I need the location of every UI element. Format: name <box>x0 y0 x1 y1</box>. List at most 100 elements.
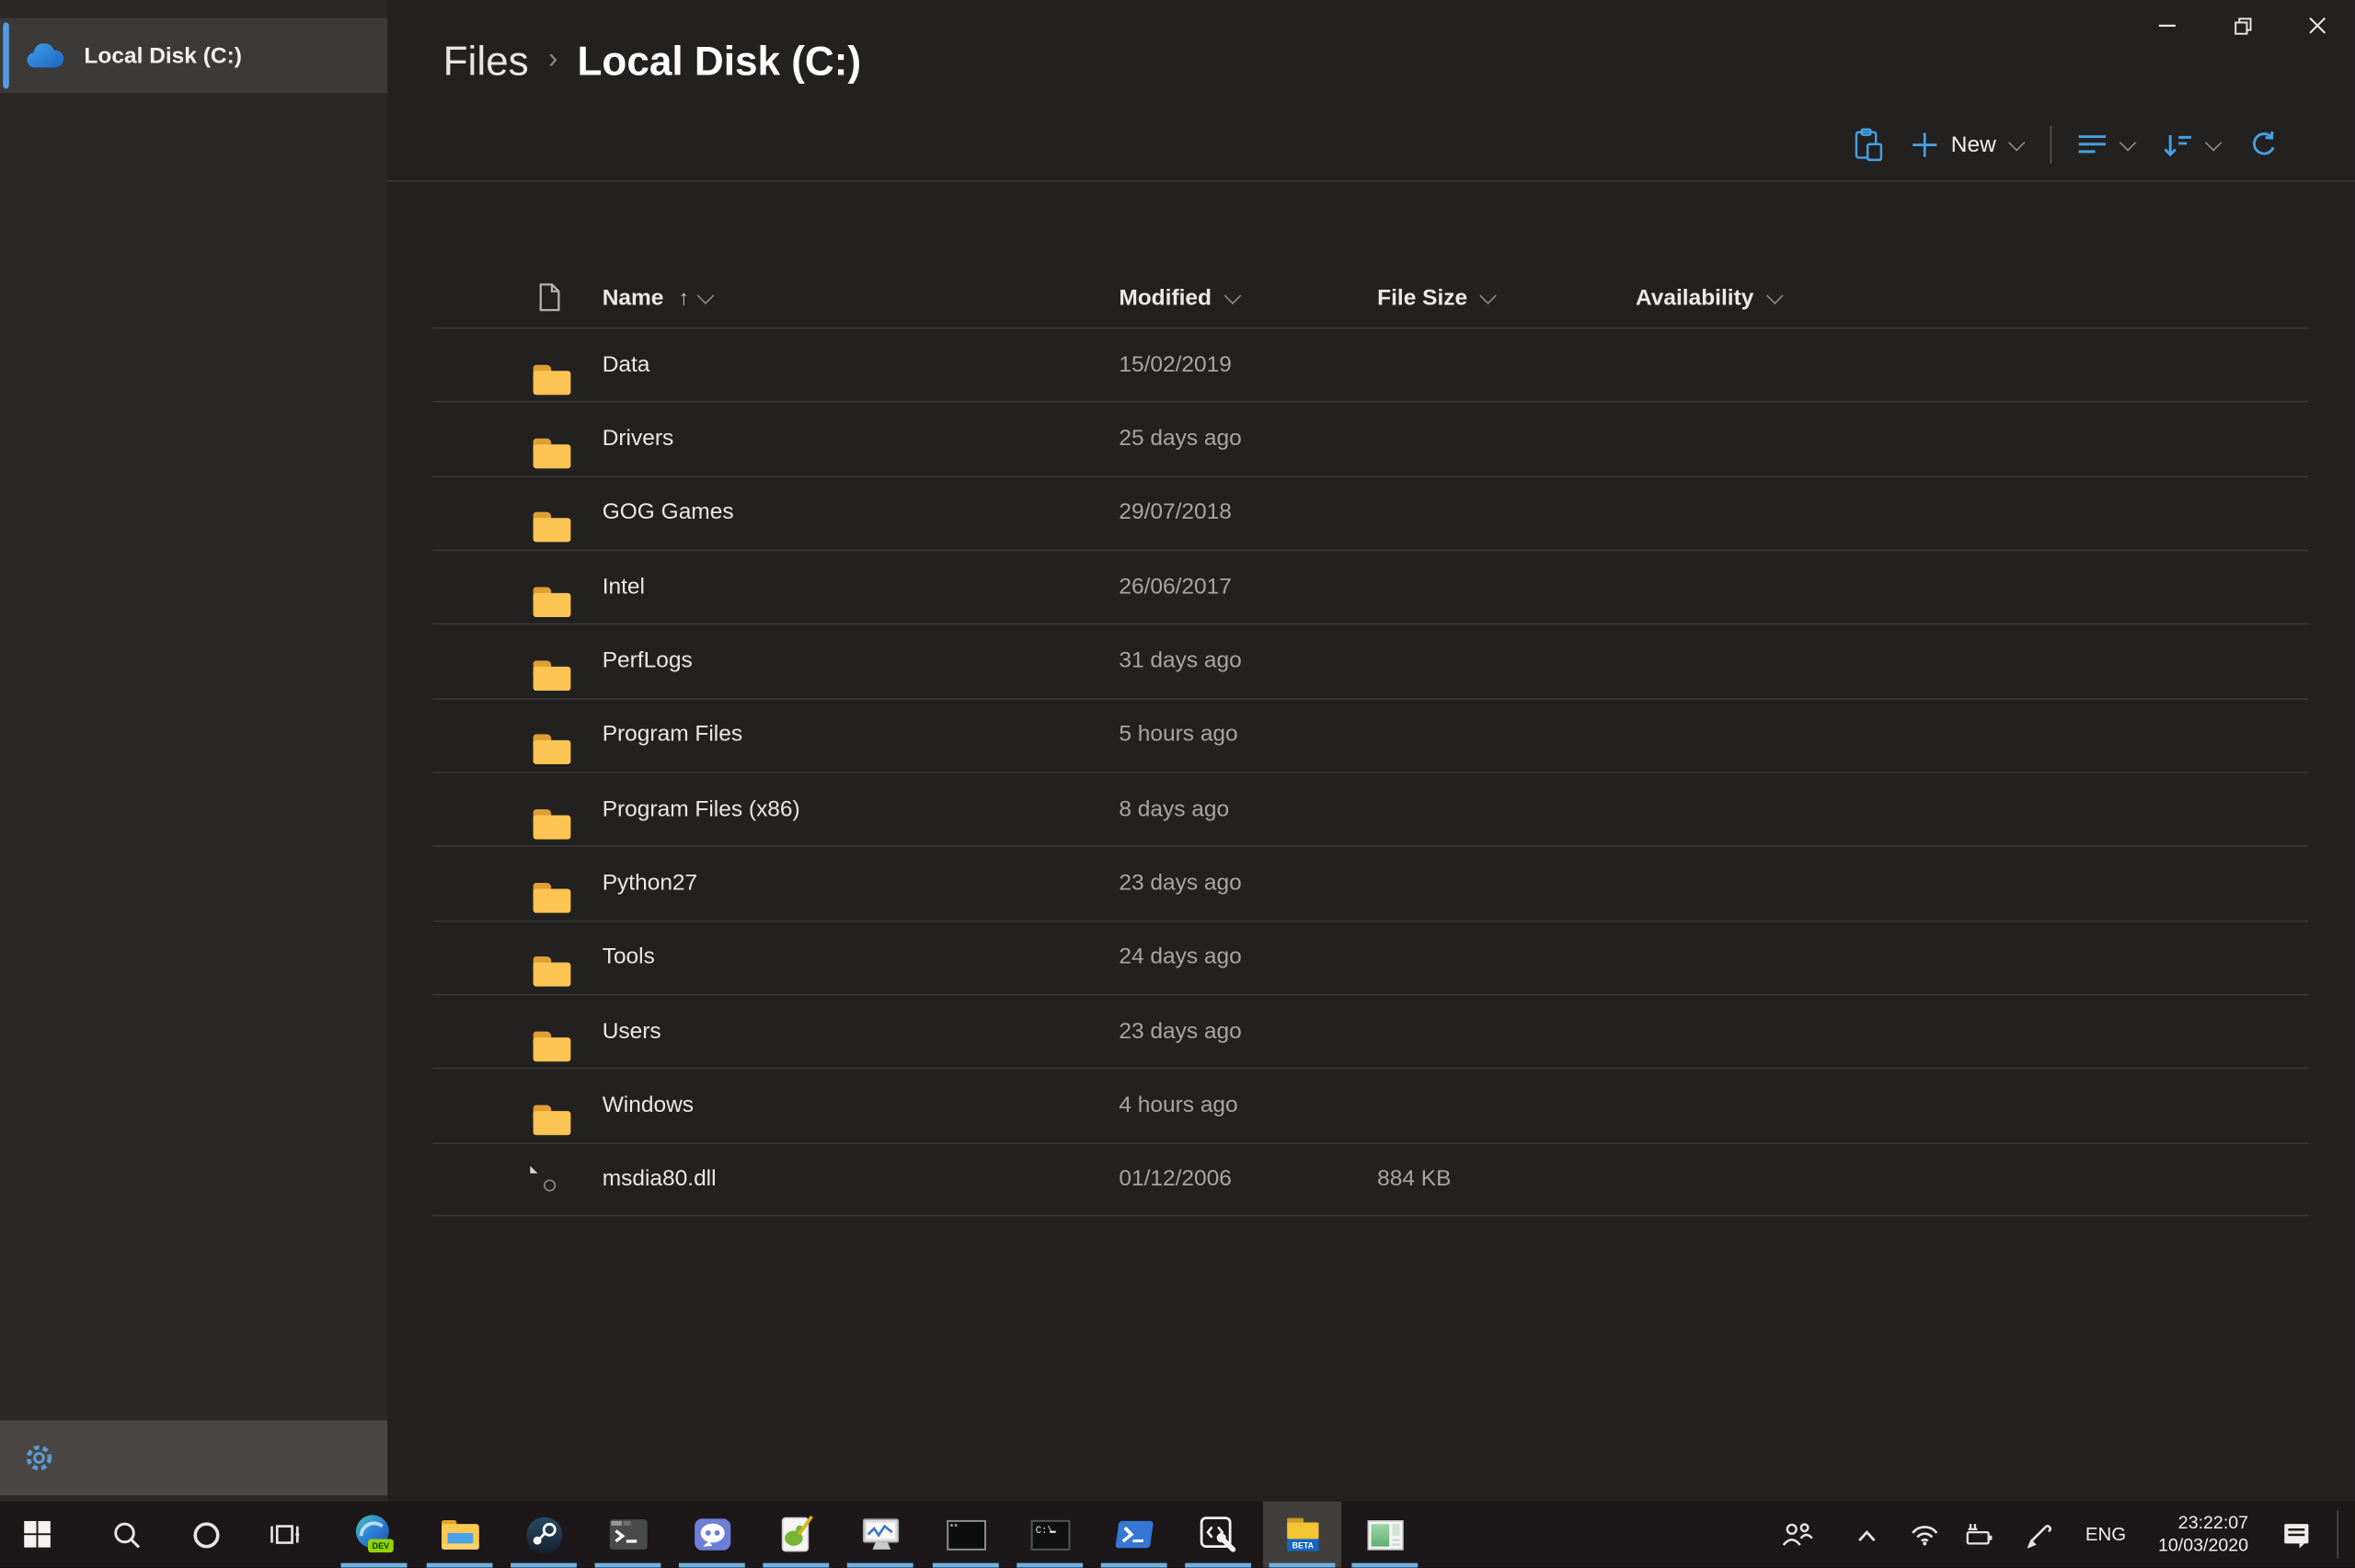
column-header-availability[interactable]: Availability <box>1636 268 1782 327</box>
table-row[interactable]: Intel 26/06/2017 <box>387 549 2355 624</box>
dev-tools-icon <box>1200 1516 1236 1552</box>
restore-icon <box>2234 17 2251 34</box>
new-button-label: New <box>1950 131 1996 157</box>
powershell-button[interactable] <box>1095 1502 1173 1568</box>
dev-tools-button[interactable] <box>1179 1502 1258 1568</box>
console-button[interactable] <box>926 1502 1005 1568</box>
column-header-name[interactable]: Name ↑ <box>603 268 714 327</box>
settings-button[interactable] <box>0 1420 388 1496</box>
toolbar: New <box>1854 117 2280 171</box>
time-label: 23:22:07 <box>2177 1512 2249 1533</box>
file-list: Name ↑ Modified File Size Availability D… <box>387 268 2355 1217</box>
file-explorer-button[interactable] <box>420 1502 499 1568</box>
chevron-down-icon <box>1767 290 1782 304</box>
terminal-icon <box>609 1519 647 1550</box>
edge-dev-button[interactable]: DEV <box>335 1502 413 1568</box>
gear-icon <box>26 1445 52 1471</box>
resource-monitor-icon <box>862 1518 899 1550</box>
task-view-icon <box>270 1525 300 1544</box>
table-row[interactable]: GOG Games 29/07/2018 <box>387 475 2355 550</box>
steam-icon <box>525 1516 562 1553</box>
chevron-down-icon <box>2120 137 2135 152</box>
svg-text:BETA: BETA <box>1292 1541 1315 1551</box>
date-label: 10/03/2020 <box>2158 1534 2249 1556</box>
edge-dev-icon: DEV <box>355 1515 394 1553</box>
battery-charging-icon <box>1966 1523 1993 1544</box>
notepad-plus-plus-button[interactable] <box>757 1502 835 1568</box>
view-options-icon <box>2078 135 2106 154</box>
system-window-button[interactable] <box>1346 1502 1424 1568</box>
people-button[interactable] <box>1757 1502 1835 1568</box>
chevron-down-icon <box>698 290 713 304</box>
clock[interactable]: 23:22:07 10/03/2020 <box>2122 1502 2248 1568</box>
action-center-button[interactable] <box>2257 1502 2336 1568</box>
breadcrumb-separator-icon: › <box>547 42 558 74</box>
restore-button[interactable] <box>2205 0 2280 52</box>
main-pane: Files › Local Disk (C:) New Name ↑ Modif… <box>387 0 2355 1502</box>
sidebar-item-label: Local Disk (C:) <box>84 42 242 69</box>
task-view-button[interactable] <box>247 1502 325 1568</box>
pen-button[interactable] <box>1999 1502 2077 1568</box>
wifi-icon <box>1911 1525 1937 1545</box>
onedrive-cloud-icon <box>27 42 64 67</box>
table-row[interactable]: Tools 24 days ago <box>387 920 2355 994</box>
search-button[interactable] <box>87 1502 166 1568</box>
minimize-button[interactable] <box>2130 0 2205 52</box>
refresh-button[interactable] <box>2248 117 2280 171</box>
sidebar-item-local-disk-c[interactable]: Local Disk (C:) <box>0 17 388 94</box>
system-window-icon <box>1366 1519 1403 1550</box>
sort-ascending-icon: ↑ <box>678 285 690 310</box>
table-row[interactable]: Program Files 5 hours ago <box>387 697 2355 773</box>
sort-options-button[interactable] <box>2163 117 2222 171</box>
table-row[interactable]: Program Files (x86) 8 days ago <box>387 772 2355 846</box>
table-row[interactable]: Windows 4 hours ago <box>387 1068 2355 1142</box>
discord-icon <box>694 1517 730 1550</box>
people-icon <box>1781 1523 1812 1546</box>
chevron-down-icon <box>1481 290 1496 304</box>
table-row[interactable]: Data 15/02/2019 <box>387 326 2355 402</box>
app-window: Local Disk (C:) Files › Local Disk (C:) … <box>0 0 2355 1502</box>
search-icon <box>113 1521 140 1548</box>
paste-icon <box>1855 127 1883 161</box>
table-row[interactable]: msdia80.dll 01/12/2006 884 KB <box>387 1141 2355 1217</box>
breadcrumb-current[interactable]: Local Disk (C:) <box>577 39 861 86</box>
column-header-file-size[interactable]: File Size <box>1377 268 1496 327</box>
close-button[interactable] <box>2280 0 2355 52</box>
steam-button[interactable] <box>505 1502 583 1568</box>
console-window-icon <box>946 1519 986 1551</box>
files-app: Local Disk (C:) Files › Local Disk (C:) … <box>0 0 2355 1568</box>
toolbar-divider <box>2050 125 2052 164</box>
table-row[interactable]: Python27 23 days ago <box>387 845 2355 921</box>
breadcrumb-root[interactable]: Files <box>443 39 529 86</box>
window-controls <box>2130 0 2355 52</box>
resource-monitor-button[interactable] <box>841 1502 919 1568</box>
notepad-plus-plus-icon <box>780 1515 813 1552</box>
table-row[interactable]: PerfLogs 31 days ago <box>387 624 2355 698</box>
files-beta-icon: BETA <box>1287 1517 1319 1551</box>
command-prompt-button[interactable]: C:\ <box>1011 1502 1089 1568</box>
breadcrumb: Files › Local Disk (C:) <box>443 39 861 86</box>
file-explorer-icon <box>441 1519 478 1550</box>
start-button[interactable] <box>0 1502 76 1568</box>
discord-button[interactable] <box>672 1502 751 1568</box>
new-button[interactable]: New <box>1912 117 2024 171</box>
files-beta-button[interactable]: BETA <box>1263 1501 1341 1568</box>
column-header-modified[interactable]: Modified <box>1119 268 1240 327</box>
minimize-icon <box>2158 24 2176 28</box>
sort-options-icon <box>2164 134 2192 156</box>
cortana-button[interactable] <box>167 1502 245 1568</box>
view-options-button[interactable] <box>2077 117 2136 171</box>
paste-button[interactable] <box>1854 117 1885 171</box>
terminal-button[interactable] <box>589 1502 667 1568</box>
show-desktop-button[interactable] <box>2337 1510 2339 1559</box>
file-type-column-icon[interactable] <box>537 268 561 327</box>
document-icon <box>539 283 560 312</box>
table-row[interactable]: Users 23 days ago <box>387 993 2355 1069</box>
chevron-down-icon <box>2009 137 2024 152</box>
table-row[interactable]: Drivers 25 days ago <box>387 401 2355 475</box>
pen-icon <box>2027 1525 2052 1549</box>
table-header: Name ↑ Modified File Size Availability <box>387 268 2355 327</box>
command-prompt-icon: C:\ <box>1029 1519 1070 1551</box>
action-center-icon <box>2284 1524 2309 1549</box>
chevron-down-icon <box>2206 137 2221 152</box>
